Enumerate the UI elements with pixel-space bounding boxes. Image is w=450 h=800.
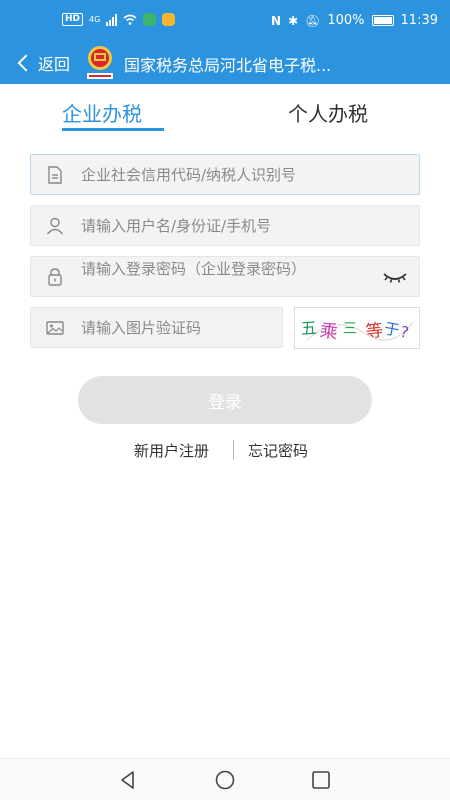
- username-field[interactable]: [30, 205, 420, 246]
- password-input[interactable]: 请输入登录密码（企业登录密码）: [81, 260, 371, 279]
- back-button[interactable]: 返回: [16, 50, 70, 76]
- auth-links: 新用户注册 忘记密码: [0, 440, 450, 460]
- hd-badge: HD: [62, 13, 84, 26]
- system-nav-bar: [0, 758, 450, 800]
- username-input[interactable]: [81, 206, 411, 245]
- app-notification-icon-2: [162, 13, 176, 26]
- lock-icon: [48, 268, 62, 286]
- app-header: 返回 国家税务总局河北省电子税...: [0, 42, 450, 84]
- page-title: 国家税务总局河北省电子税...: [124, 56, 332, 75]
- eye-closed-icon[interactable]: [381, 267, 409, 287]
- nfc-icon: N: [271, 13, 282, 28]
- bluetooth-icon: ✱: [288, 13, 299, 28]
- status-left: HD 4G: [62, 13, 176, 26]
- link-divider: [233, 440, 234, 460]
- network-gen-label: 4G: [89, 15, 101, 24]
- login-button[interactable]: 登录: [78, 376, 372, 424]
- back-triangle-icon[interactable]: [117, 769, 139, 791]
- password-field[interactable]: 请输入登录密码（企业登录密码）: [30, 256, 420, 297]
- back-label: 返回: [38, 55, 71, 74]
- svg-text:等: 等: [365, 321, 384, 343]
- credit-code-input[interactable]: [81, 155, 411, 194]
- document-icon: [48, 166, 62, 184]
- captcha-field[interactable]: [30, 307, 283, 348]
- tab-enterprise[interactable]: 企业办税: [62, 98, 142, 127]
- user-icon: [46, 217, 64, 235]
- mute-icon: 🔕︎: [305, 13, 321, 28]
- home-circle-icon[interactable]: [214, 769, 236, 791]
- clock: 11:39: [400, 13, 438, 28]
- svg-text:乘: 乘: [318, 320, 339, 343]
- register-link[interactable]: 新用户注册: [134, 440, 209, 461]
- recents-square-icon[interactable]: [310, 769, 332, 791]
- svg-text:三: 三: [343, 321, 357, 337]
- svg-text:于: 于: [383, 319, 401, 339]
- wifi-icon: [123, 14, 137, 25]
- tax-emblem-icon: [87, 46, 113, 79]
- battery-icon: [371, 15, 394, 26]
- app-notification-icon: [143, 13, 157, 26]
- tab-personal[interactable]: 个人办税: [288, 98, 368, 127]
- image-icon: [46, 321, 64, 335]
- captcha-image[interactable]: 五 乘 三 等 于 ?: [294, 307, 420, 349]
- battery-percent: 100%: [327, 13, 365, 28]
- svg-text:五: 五: [300, 318, 317, 338]
- forgot-password-link[interactable]: 忘记密码: [248, 440, 308, 461]
- chevron-left-icon: [17, 54, 35, 72]
- captcha-input[interactable]: [81, 308, 276, 347]
- status-right: N ✱ 🔕︎ 100% 11:39: [271, 13, 438, 28]
- tab-active-indicator: [62, 128, 164, 131]
- credit-code-field[interactable]: [30, 154, 420, 195]
- signal-icon: [106, 13, 118, 26]
- status-bar: HD 4G N ✱ 🔕︎ 100% 11:39: [0, 0, 450, 42]
